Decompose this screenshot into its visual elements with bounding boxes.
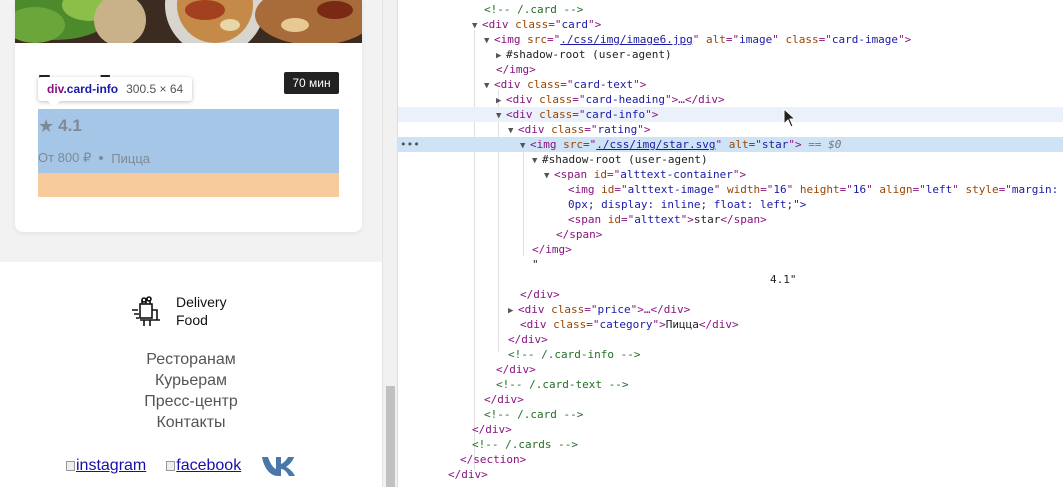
footer-logo[interactable]: Delivery Food (130, 293, 227, 329)
footer-link-contacts[interactable]: Контакты (0, 412, 382, 433)
dom-node-div-close[interactable]: </div> (398, 332, 1063, 347)
dom-node-img-alttext-image[interactable]: <img id="alttext-image" width="16" heigh… (398, 182, 1063, 197)
dom-node-div-close[interactable]: </div> (398, 392, 1063, 407)
dom-node-comment[interactable]: <!-- /.card --> (398, 407, 1063, 422)
dom-node-shadow-root[interactable]: ▼ #shadow-root (user-agent) (398, 152, 1063, 167)
inspect-highlight-padding (38, 173, 339, 197)
footer-nav: Ресторанам Курьерам Пресс-центр Контакты (0, 349, 382, 433)
card-category: Пицца (111, 150, 150, 166)
facebook-link[interactable]: facebook (166, 457, 241, 475)
dom-node-comment[interactable]: <!-- /.card-info --> (398, 347, 1063, 362)
dom-node-div-category[interactable]: <div class="category">Пицца</div> (398, 317, 1063, 332)
dom-node-img-close[interactable]: </img> (398, 242, 1063, 257)
logo-text: Delivery Food (176, 293, 227, 329)
tooltip-class: .card-info (63, 82, 119, 96)
devtools-elements-panel[interactable]: <!-- /.card --> ▼ <div class="card"> ▼ <im… (397, 0, 1063, 487)
dom-node-div-close[interactable]: </div> (398, 362, 1063, 377)
dom-node-comment[interactable]: <!-- /.card --> (398, 2, 1063, 17)
logo-text-line1: Delivery (176, 294, 227, 310)
page-scrollbar[interactable] (382, 0, 397, 487)
delivery-logo-icon (132, 296, 160, 326)
footer-link-press[interactable]: Пресс-центр (0, 391, 382, 412)
dom-text-node-quote[interactable]: " (398, 257, 1063, 272)
dom-node-span-alttext-container[interactable]: ▼ <span id="alttext-container"> (398, 167, 1063, 182)
pizza-photo (15, 0, 362, 43)
card-rating: ★ 4.1 (38, 116, 82, 136)
page-viewport: Пицца Б 70 мин ★ 4.1 От 800 ₽ Пицца div.… (0, 0, 382, 487)
restaurant-card[interactable]: Пицца Б 70 мин ★ 4.1 От 800 ₽ Пицца (15, 0, 362, 232)
dom-node-div-card-info[interactable]: ▼ <div class="card-info"> (398, 107, 1063, 122)
dom-node-style-continuation[interactable]: 0px; display: inline; float: left;"> (398, 197, 1063, 212)
logo-text-line2: Food (176, 312, 208, 328)
row-actions-indicator[interactable]: ••• (400, 137, 420, 152)
tooltip-tag: div (47, 82, 64, 96)
footer-link-restaurants[interactable]: Ресторанам (0, 349, 382, 370)
dom-node-img-card-image[interactable]: ▼ <img src="./css/img/image6.jpg" alt="im… (398, 32, 1063, 47)
instagram-alt-text: instagram (76, 457, 147, 474)
dom-node-comment[interactable]: <!-- /.card-text --> (398, 377, 1063, 392)
page-scrollbar-thumb[interactable] (386, 386, 395, 487)
tooltip-size: 300.5 × 64 (126, 82, 184, 96)
dom-node-div-close[interactable]: </div> (398, 467, 1063, 482)
dom-node-section-close[interactable]: </section> (398, 452, 1063, 467)
tooltip-arrow (48, 101, 60, 107)
inspect-tooltip: div.card-info 300.5 × 64 (38, 77, 193, 107)
dom-node-span-close[interactable]: </span> (398, 227, 1063, 242)
vk-icon (262, 457, 296, 476)
dom-node-span-alttext[interactable]: <span id="alttext">star</span> (398, 212, 1063, 227)
dom-node-shadow-root[interactable]: ▶ #shadow-root (user-agent) (398, 47, 1063, 62)
mouse-cursor-icon (783, 108, 795, 128)
dom-node-div-price[interactable]: ▶ <div class="price">…</div> (398, 302, 1063, 317)
vk-link[interactable] (261, 455, 297, 477)
footer-link-couriers[interactable]: Курьерам (0, 370, 382, 391)
card-price-category: От 800 ₽ Пицца (38, 150, 150, 166)
dom-node-div-close[interactable]: </div> (398, 422, 1063, 437)
social-links: instagram facebook (66, 455, 297, 477)
star-icon: ★ (38, 116, 55, 136)
broken-image-icon (166, 461, 176, 471)
dom-text-node-rating[interactable]: 4.1" (398, 272, 1063, 287)
card-image (15, 0, 362, 43)
instagram-link[interactable]: instagram (66, 457, 146, 475)
dom-node-div-card-text[interactable]: ▼ <div class="card-text"> (398, 77, 1063, 92)
dom-node-img-star-selected[interactable]: ••• ▼ <img src="./css/img/star.svg" alt="s… (398, 137, 1063, 152)
dom-node-div-card-heading[interactable]: ▶ <div class="card-heading">…</div> (398, 92, 1063, 107)
separator-dot (99, 156, 104, 160)
rating-value: 4.1 (58, 116, 82, 135)
facebook-alt-text: facebook (176, 457, 242, 474)
dom-node-comment[interactable]: <!-- /.cards --> (398, 437, 1063, 452)
dom-node-div-close[interactable]: </div> (398, 287, 1063, 302)
dom-node-div-card[interactable]: ▼ <div class="card"> (398, 17, 1063, 32)
delivery-time-badge: 70 мин (284, 72, 339, 94)
dom-node-div-rating[interactable]: ▼ <div class="rating"> (398, 122, 1063, 137)
card-price: От 800 ₽ (38, 150, 92, 165)
dom-node-img-close[interactable]: </img> (398, 62, 1063, 77)
broken-image-icon (66, 461, 75, 471)
